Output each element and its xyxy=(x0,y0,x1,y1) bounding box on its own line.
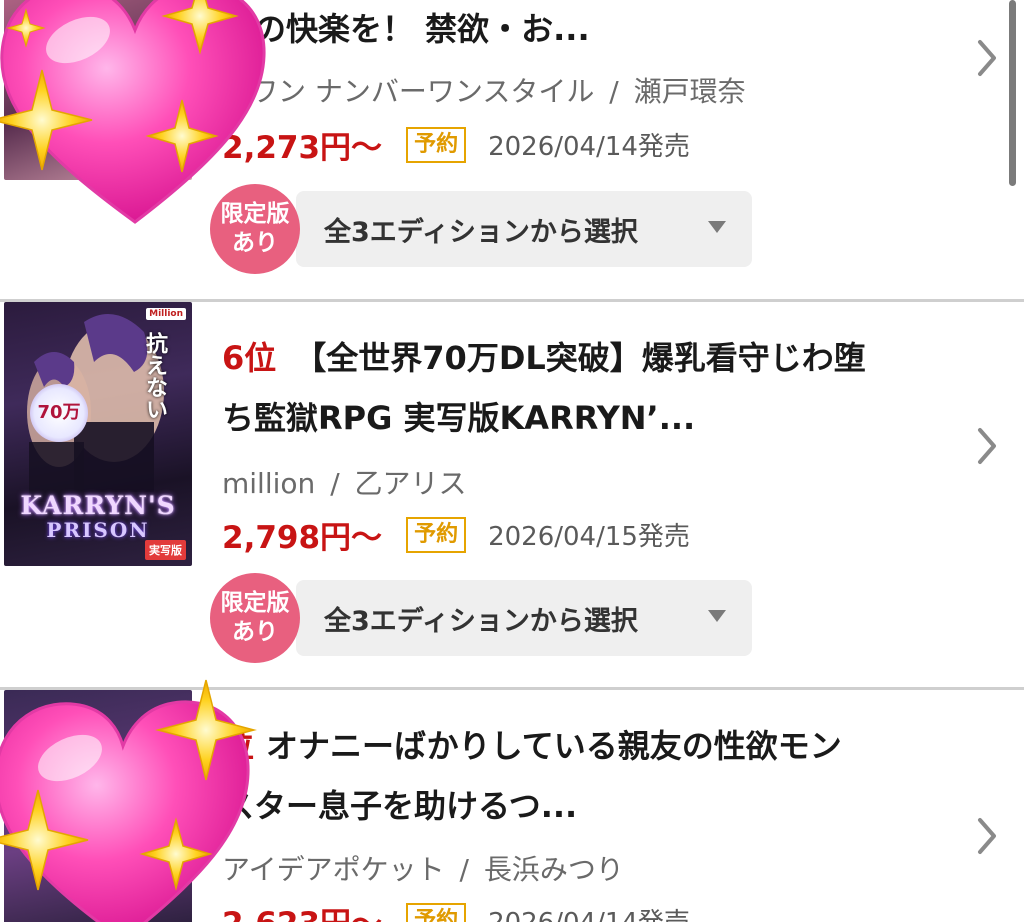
chevron-right-icon[interactable] xyxy=(974,426,1000,466)
limited-edition-badge: 限定版 あり xyxy=(210,573,300,663)
rank-label: 位 xyxy=(222,727,255,765)
limited-badge-line2: あり xyxy=(232,230,278,256)
product-title-text[interactable]: どの快楽を！ 禁欲・お... xyxy=(222,10,590,48)
limited-badge-line1: 限定版 xyxy=(220,201,290,227)
edition-select-label: 全3エディションから選択 xyxy=(324,605,638,637)
price-row: 2,273円〜 予約 2026/04/14発売 xyxy=(222,122,690,167)
publisher-logo: Million xyxy=(146,308,186,320)
limited-badge-line1: 限定版 xyxy=(220,590,290,616)
limited-badge-line2: あり xyxy=(232,619,278,645)
product-title[interactable]: どの快楽を！ 禁欲・お... xyxy=(222,0,962,58)
release-date: 2026/04/14発売 xyxy=(488,902,690,922)
maker-name[interactable]: スワン ナンバーワンスタイル xyxy=(222,75,594,108)
maker-author: アイデアポケット / 長浜みつり xyxy=(222,848,624,888)
cover-title: KARRYN'S xyxy=(20,491,176,520)
cover-tag: 実写版 xyxy=(145,540,186,560)
product-title-line2[interactable]: スター息子を助けるつ... xyxy=(222,776,962,836)
release-date: 2026/04/14発売 xyxy=(488,132,690,162)
caret-down-icon xyxy=(708,610,726,622)
chevron-right-icon[interactable] xyxy=(974,38,1000,78)
product-item[interactable]: どの快楽を！ 禁欲・お... スワン ナンバーワンスタイル / 瀬戸環奈 2,2… xyxy=(0,0,1024,300)
product-title-text[interactable]: オナニーばかりしている親友の性欲モン xyxy=(266,727,842,765)
preorder-badge: 予約 xyxy=(406,126,467,163)
maker-author: million / 乙アリス xyxy=(222,462,467,502)
product-title-text[interactable]: 【全世界70万DL突破】爆乳看守じわ堕 xyxy=(294,339,866,377)
product-title-line1[interactable]: 位オナニーばかりしている親友の性欲モン xyxy=(222,716,962,776)
caret-down-icon xyxy=(708,221,726,233)
product-thumbnail[interactable] xyxy=(4,690,192,922)
product-title[interactable]: 6位 【全世界70万DL突破】爆乳看守じわ堕 ち監獄RPG 実写版KARRYN’.… xyxy=(222,328,962,448)
maker-author: スワン ナンバーワンスタイル / 瀬戸環奈 xyxy=(222,70,746,110)
rank-label: 6位 xyxy=(222,339,277,377)
price-row: 2,798円〜 予約 2026/04/15発売 xyxy=(222,512,690,557)
author-name[interactable]: 乙アリス xyxy=(355,467,467,500)
price: 2,623円〜 xyxy=(222,898,382,922)
separator: / xyxy=(609,75,619,108)
product-item[interactable]: 位オナニーばかりしている親友の性欲モン スター息子を助けるつ... アイデアポケ… xyxy=(0,690,1024,922)
cover-stamp: 70万 xyxy=(30,384,88,442)
cover-subtitle: PRISON xyxy=(46,518,150,542)
author-name[interactable]: 長浜みつり xyxy=(484,853,624,886)
author-name[interactable]: 瀬戸環奈 xyxy=(634,75,746,108)
edition-select[interactable]: 全3エディションから選択 xyxy=(296,580,752,656)
separator: / xyxy=(459,853,469,886)
price-row: 2,623円〜 予約 2026/04/14発売 xyxy=(222,898,690,922)
preorder-badge: 予約 xyxy=(406,902,467,922)
product-title[interactable]: 位オナニーばかりしている親友の性欲モン スター息子を助けるつ... xyxy=(222,716,962,836)
product-title-line2[interactable]: ち監獄RPG 実写版KARRYN’... xyxy=(222,388,962,448)
scrollbar-thumb[interactable] xyxy=(1009,0,1016,186)
separator: / xyxy=(330,467,340,500)
product-title-line1[interactable]: 6位 【全世界70万DL突破】爆乳看守じわ堕 xyxy=(222,328,962,388)
price: 2,798円〜 xyxy=(222,520,383,556)
product-thumbnail[interactable]: Million 70万 抗えない KARRYN'S PRISON 実写版 xyxy=(4,302,192,566)
maker-name[interactable]: million xyxy=(222,467,315,500)
product-thumbnail[interactable] xyxy=(4,0,192,180)
product-item[interactable]: Million 70万 抗えない KARRYN'S PRISON 実写版 6位【… xyxy=(0,302,1024,688)
edition-select-label: 全3エディションから選択 xyxy=(324,216,638,248)
price: 2,273円〜 xyxy=(222,130,383,166)
release-date: 2026/04/15発売 xyxy=(488,522,690,552)
cover-vertical-text: 抗えない xyxy=(142,332,167,420)
edition-select[interactable]: 全3エディションから選択 xyxy=(296,191,752,267)
preorder-badge: 予約 xyxy=(406,516,467,553)
chevron-right-icon[interactable] xyxy=(974,816,1000,856)
maker-name[interactable]: アイデアポケット xyxy=(222,853,445,886)
limited-edition-badge: 限定版 あり xyxy=(210,184,300,274)
